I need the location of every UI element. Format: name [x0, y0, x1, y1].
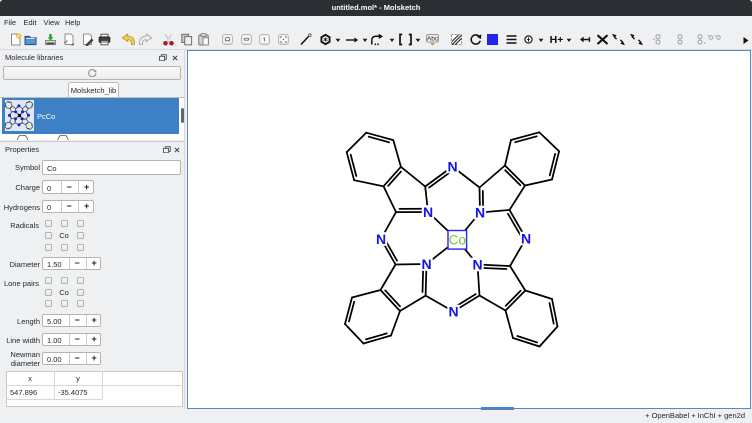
svg-text:N: N [376, 231, 386, 247]
svg-text:N: N [421, 256, 431, 272]
svg-text:N: N [423, 204, 433, 220]
svg-text:N: N [447, 158, 457, 174]
svg-text:N: N [521, 230, 531, 246]
svg-text:Co: Co [449, 233, 466, 248]
svg-text:N: N [472, 256, 482, 272]
svg-text:N: N [475, 204, 485, 220]
svg-text:N: N [448, 303, 458, 319]
